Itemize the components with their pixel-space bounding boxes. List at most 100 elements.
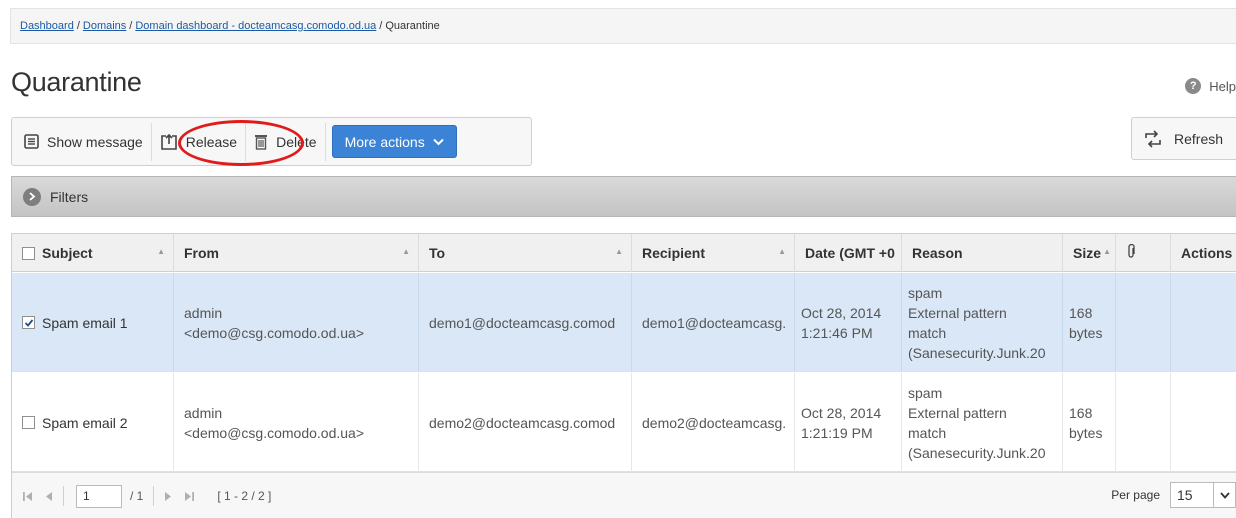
sort-icon: ▲ [778, 247, 786, 256]
column-subject[interactable]: Subject ▲ [12, 234, 174, 272]
breadcrumb-link-dashboard[interactable]: Dashboard [20, 20, 74, 32]
quarantine-table: Subject ▲ From ▲ To ▲ Recipient ▲ Date (… [11, 233, 1236, 518]
help-icon: ? [1185, 78, 1202, 94]
more-actions-button[interactable]: More actions [331, 125, 457, 158]
message-icon [24, 134, 39, 149]
page-number-input[interactable]: 1 [76, 484, 122, 508]
last-page-icon[interactable] [183, 491, 195, 502]
chevron-right-icon [23, 187, 41, 206]
table-header: Subject ▲ From ▲ To ▲ Recipient ▲ Date (… [12, 234, 1236, 272]
next-page-icon[interactable] [164, 491, 173, 502]
prev-page-icon[interactable] [44, 491, 53, 502]
column-attachment[interactable] [1116, 234, 1171, 272]
cell-size: 168 bytes [1063, 373, 1116, 472]
from-name: admin [184, 304, 223, 321]
column-to[interactable]: To ▲ [419, 234, 632, 272]
chevron-down-icon [1213, 483, 1235, 507]
cell-subject: Spam email 1 [12, 273, 174, 372]
total-pages: / 1 [130, 489, 144, 503]
page-title: Quarantine [11, 67, 142, 97]
pagination-bar: 1 / 1 [ 1 - 2 / 2 ] Per page 15 [12, 472, 1236, 518]
size-unit: bytes [1069, 424, 1103, 441]
action-toolbar: Show message Release Delete More actions [11, 117, 532, 166]
cell-from: admin <demo@csg.comodo.od.ua> [174, 373, 419, 472]
reason-line: spam [908, 384, 943, 401]
column-actions-label: Actions [1181, 245, 1233, 261]
column-reason[interactable]: Reason [902, 234, 1063, 272]
reason-line: (Sanesecurity.Junk.20 [908, 444, 1046, 461]
cell-attachment [1116, 373, 1171, 472]
from-name: admin [184, 404, 223, 421]
column-from[interactable]: From ▲ [174, 234, 419, 272]
first-page-icon[interactable] [22, 491, 34, 502]
cell-size: 168 bytes [1063, 273, 1116, 372]
chevron-down-icon [433, 138, 444, 146]
cell-from: admin <demo@csg.comodo.od.ua> [174, 273, 419, 372]
cell-subject: Spam email 2 [12, 373, 174, 472]
sort-icon: ▲ [157, 247, 165, 256]
select-all-checkbox[interactable] [22, 246, 35, 260]
column-recipient[interactable]: Recipient ▲ [632, 234, 795, 272]
cell-date: Oct 28, 2014 1:21:19 PM [795, 373, 902, 472]
release-icon [160, 133, 178, 151]
breadcrumb-link-domain-dashboard[interactable]: Domain dashboard - docteamcasg.comodo.od… [135, 20, 376, 32]
cell-actions [1171, 273, 1236, 372]
breadcrumb-link-domains[interactable]: Domains [83, 20, 126, 32]
refresh-button[interactable]: Refresh [1131, 117, 1236, 160]
cell-to: demo1@docteamcasg.comod [419, 273, 632, 372]
trash-icon [254, 134, 268, 150]
subject-text: Spam email 1 [42, 314, 128, 331]
breadcrumb: Dashboard / Domains / Domain dashboard -… [10, 8, 1236, 44]
release-label: Release [185, 133, 238, 150]
size-value: 168 [1069, 404, 1093, 421]
per-page-label: Per page [1111, 488, 1160, 502]
per-page-control: Per page 15 [1111, 482, 1236, 508]
pager-divider [153, 486, 155, 506]
cell-reason: spam External pattern match (Sanesecurit… [902, 273, 1063, 372]
breadcrumb-current: Quarantine [385, 20, 440, 32]
breadcrumb-separator: / [129, 20, 133, 32]
row-checkbox[interactable] [22, 316, 35, 329]
delete-button[interactable]: Delete [246, 122, 326, 161]
more-actions-label: More actions [344, 133, 425, 150]
per-page-value: 15 [1177, 487, 1193, 503]
time-text: 1:21:19 PM [801, 424, 873, 441]
row-checkbox[interactable] [22, 416, 35, 429]
column-date[interactable]: Date (GMT +0 [795, 234, 902, 272]
column-size[interactable]: Size ▲ [1063, 234, 1116, 272]
delete-label: Delete [276, 133, 317, 150]
per-page-select[interactable]: 15 [1170, 482, 1236, 508]
reason-line: match [908, 424, 947, 441]
reason-line: (Sanesecurity.Junk.20 [908, 344, 1046, 361]
help-link[interactable]: ? Help [1185, 78, 1236, 94]
breadcrumb-separator: / [76, 20, 80, 32]
column-reason-label: Reason [912, 245, 963, 261]
date-text: Oct 28, 2014 [801, 304, 882, 321]
page-range: [ 1 - 2 / 2 ] [217, 489, 272, 503]
show-message-button[interactable]: Show message [16, 122, 152, 161]
cell-actions [1171, 373, 1236, 472]
breadcrumb-separator: / [379, 20, 383, 32]
cell-recipient: demo2@docteamcasg. [632, 373, 795, 472]
reason-line: External pattern [908, 404, 1007, 421]
cell-to: demo2@docteamcasg.comod [419, 373, 632, 472]
table-row[interactable]: Spam email 1 admin <demo@csg.comodo.od.u… [12, 273, 1236, 372]
table-row[interactable]: Spam email 2 admin <demo@csg.comodo.od.u… [12, 373, 1236, 472]
size-unit: bytes [1069, 324, 1103, 341]
column-subject-label: Subject [42, 245, 93, 261]
cell-date: Oct 28, 2014 1:21:46 PM [795, 273, 902, 372]
refresh-label: Refresh [1174, 130, 1224, 147]
filters-label: Filters [50, 188, 89, 205]
size-value: 168 [1069, 304, 1093, 321]
release-button[interactable]: Release [152, 122, 247, 161]
sort-icon: ▲ [402, 247, 410, 256]
column-recipient-label: Recipient [642, 245, 706, 261]
column-to-label: To [429, 245, 446, 261]
sort-icon: ▲ [1103, 247, 1111, 256]
reason-line: match [908, 324, 947, 341]
paperclip-icon [1126, 243, 1136, 262]
sort-icon: ▲ [615, 247, 623, 256]
cell-attachment [1116, 273, 1171, 372]
help-label: Help [1209, 78, 1236, 94]
filters-toggle[interactable]: Filters [11, 176, 1236, 217]
